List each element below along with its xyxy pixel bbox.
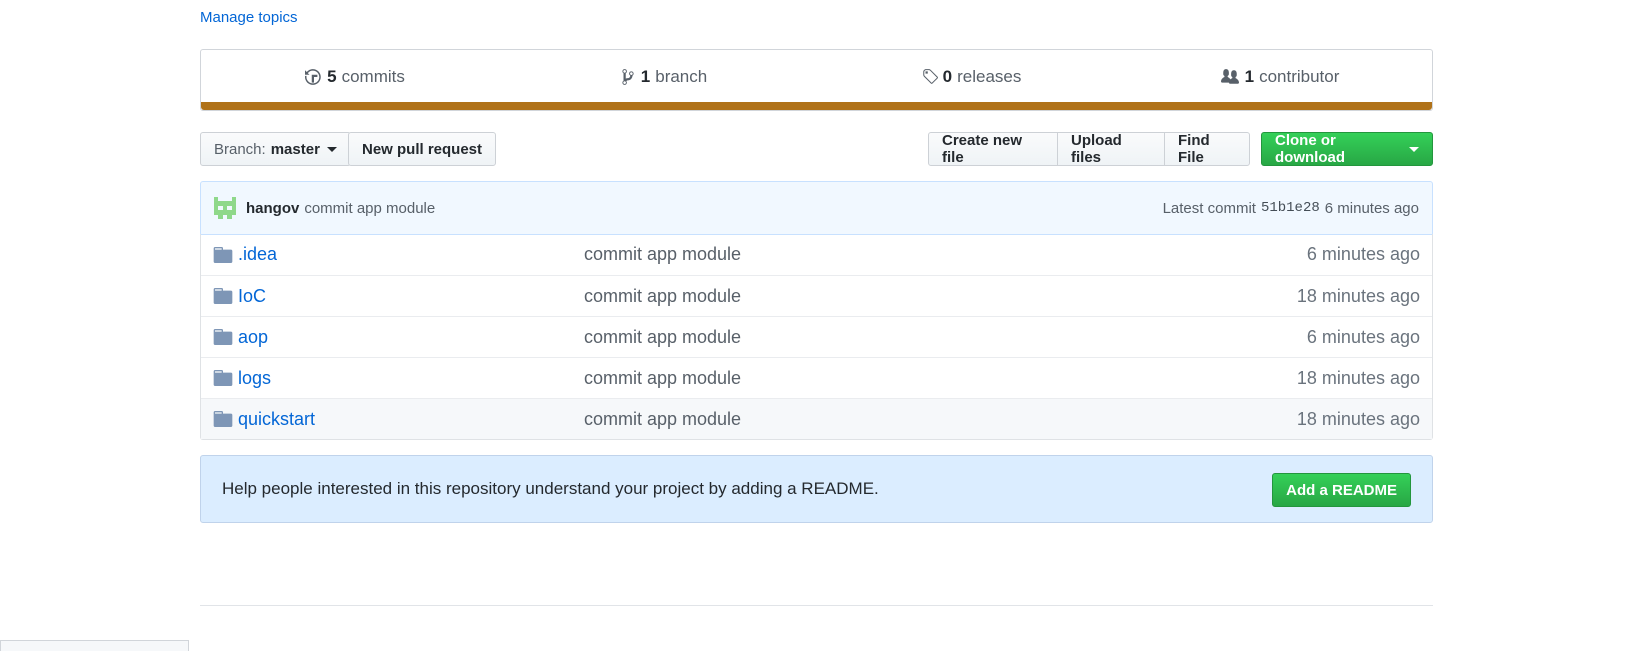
file-list: .idea commit app module 6 minutes ago Io… [200,234,1433,440]
folder-icon [213,329,233,345]
file-age: 6 minutes ago [1306,244,1420,264]
branch-select-button[interactable]: Branch: master [200,132,351,166]
readme-prompt-text: Help people interested in this repositor… [222,479,879,498]
numbers-summary: 5 commits 1 branch 0 releases 1 contribu… [200,49,1433,111]
branches-label: branch [655,67,708,86]
avatar[interactable] [214,197,236,219]
file-commit-message-link[interactable]: commit app module [584,244,741,265]
releases-label: releases [957,67,1022,86]
table-row: IoC commit app module 18 minutes ago [201,275,1432,316]
file-name-link[interactable]: IoC [238,286,578,307]
file-name-link[interactable]: aop [238,327,578,348]
history-icon [305,69,321,85]
table-row: logs commit app module 18 minutes ago [201,357,1432,398]
file-age: 6 minutes ago [1306,326,1420,347]
table-row: aop commit app module 6 minutes ago [201,316,1432,357]
file-name-link[interactable]: quickstart [238,409,578,430]
branch-name: master [270,140,320,158]
file-name-link[interactable]: logs [238,368,578,389]
manage-topics-link[interactable]: Manage topics [200,9,298,26]
contributors-label: contributor [1259,67,1340,86]
branch-prefix: Branch: [214,140,266,158]
upload-files-button[interactable]: Upload files [1057,132,1165,166]
caret-down-icon [326,146,337,152]
file-name-link[interactable]: .idea [238,244,578,265]
folder-icon [213,411,233,427]
folder-icon [213,246,233,263]
file-commit-message-link[interactable]: commit app module [584,286,741,307]
caret-down-icon [1409,146,1419,152]
commit-sha-link[interactable]: 51b1e28 [1261,200,1320,216]
latest-commit-bar: hangov commit app module Latest commit 5… [200,181,1433,235]
bottom-panel-tab[interactable] [0,640,189,651]
commit-message-link[interactable]: commit app module [304,200,435,217]
table-row: quickstart commit app module 18 minutes … [201,398,1432,439]
create-new-file-button[interactable]: Create new file [928,132,1058,166]
branches-count: 1 [640,67,651,86]
commit-author-link[interactable]: hangov [246,200,299,217]
file-commit-message-link[interactable]: commit app module [584,368,741,389]
latest-commit-age: 6 minutes ago [1324,199,1419,217]
language-bar[interactable] [201,102,1432,110]
table-row: .idea commit app module 6 minutes ago [201,234,1432,275]
branches-stat[interactable]: 1 branch [509,50,817,104]
latest-commit-prefix: Latest commit [1162,199,1256,217]
file-age: 18 minutes ago [1296,285,1420,306]
find-file-button[interactable]: Find File [1164,132,1250,166]
contributors-count: 1 [1244,67,1255,86]
releases-stat[interactable]: 0 releases [817,50,1125,104]
folder-icon [213,370,233,386]
contributors-stat[interactable]: 1 contributor [1125,50,1433,104]
file-commit-message-link[interactable]: commit app module [584,409,741,430]
add-readme-button[interactable]: Add a README [1272,473,1411,507]
latest-commit-info: Latest commit 51b1e28 6 minutes ago [1163,200,1419,217]
file-commit-message-link[interactable]: commit app module [584,327,741,348]
readme-prompt: Help people interested in this repositor… [200,455,1433,523]
folder-icon [213,288,233,304]
file-age: 18 minutes ago [1296,408,1420,429]
file-age: 18 minutes ago [1296,367,1420,388]
releases-count: 0 [942,67,953,86]
tag-icon [922,69,938,84]
people-icon [1220,69,1239,84]
commits-label: commits [341,67,405,86]
commits-count: 5 [327,67,337,86]
clone-or-download-button[interactable]: Clone or download [1261,132,1433,166]
clone-or-download-label: Clone or download [1275,132,1345,166]
new-pull-request-button[interactable]: New pull request [348,132,497,166]
footer-divider [200,605,1433,606]
commits-stat[interactable]: 5 commits [201,50,509,104]
git-branch-icon [622,69,634,85]
